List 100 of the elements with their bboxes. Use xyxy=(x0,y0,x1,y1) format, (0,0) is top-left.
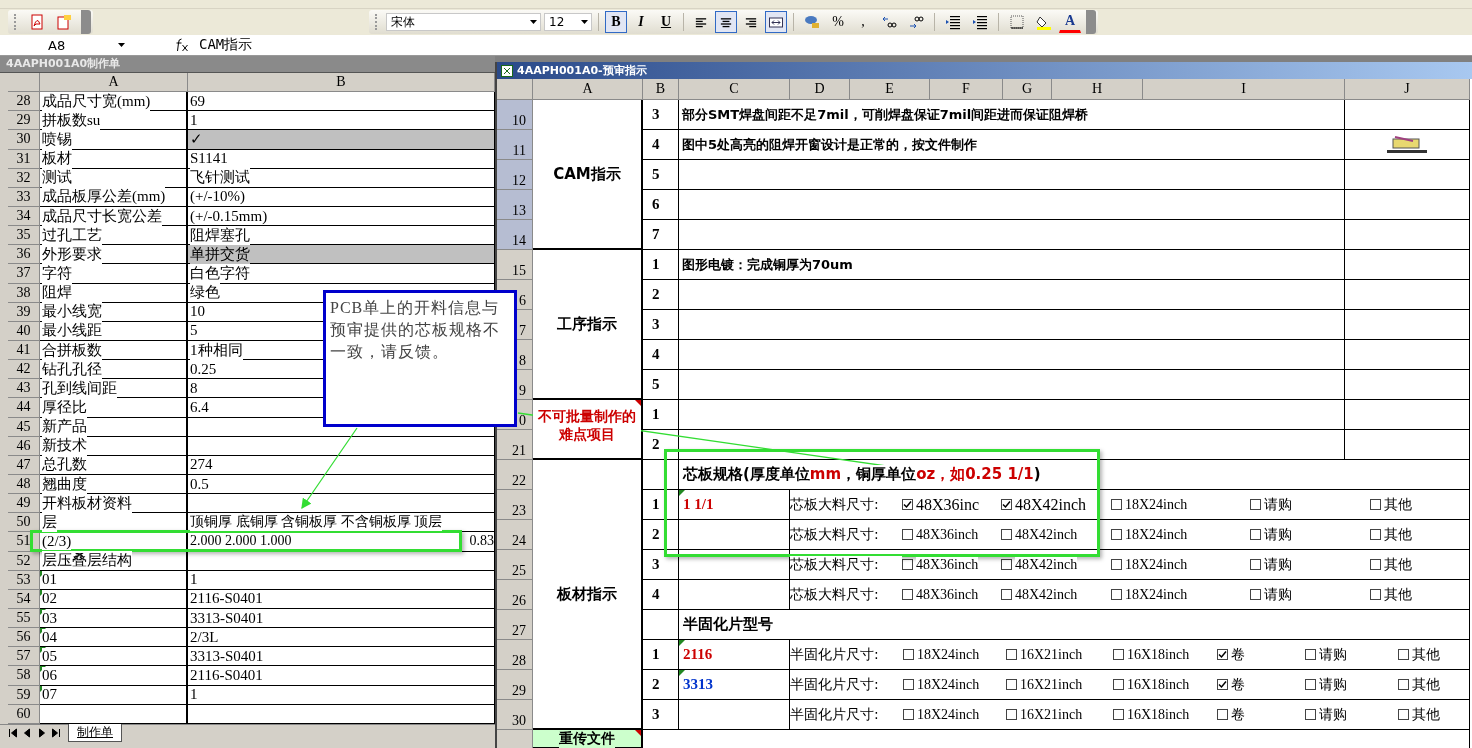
checkbox[interactable] xyxy=(1370,589,1381,600)
number-format-button[interactable]: , xyxy=(852,11,874,33)
column-header[interactable]: B xyxy=(643,79,679,100)
row-header[interactable]: 28 xyxy=(8,92,40,112)
row-header[interactable]: 29 xyxy=(8,111,40,131)
row-header[interactable]: 30 xyxy=(8,130,40,150)
caret-icon[interactable] xyxy=(581,20,588,24)
font-select[interactable]: 宋体 xyxy=(386,13,541,31)
align-center-icon[interactable] xyxy=(720,16,732,28)
row-header[interactable]: 38 xyxy=(8,283,40,303)
row-header[interactable]: 35 xyxy=(8,226,40,246)
row-header[interactable]: 40 xyxy=(8,321,40,341)
row-header[interactable]: 25 xyxy=(497,550,533,580)
column-header[interactable]: E xyxy=(850,79,930,100)
row-header[interactable]: 32 xyxy=(8,168,40,188)
checkbox[interactable] xyxy=(1006,709,1017,720)
name-box[interactable]: A8 xyxy=(0,35,135,55)
column-header[interactable]: C xyxy=(679,79,790,100)
row-header[interactable]: 12 xyxy=(497,160,533,190)
row-header[interactable]: 42 xyxy=(8,360,40,380)
row-header[interactable]: 10 xyxy=(497,100,533,130)
row-header[interactable]: 22 xyxy=(497,460,533,490)
format-button[interactable]: U xyxy=(655,11,677,33)
row-header[interactable]: 24 xyxy=(497,520,533,550)
format-button[interactable]: B xyxy=(605,11,627,33)
row-header[interactable]: 56 xyxy=(8,628,40,648)
checkbox[interactable] xyxy=(1111,589,1122,600)
checkbox[interactable] xyxy=(1250,499,1261,510)
checkbox[interactable] xyxy=(902,529,913,540)
merge-cells-button[interactable] xyxy=(765,11,787,33)
align-left-icon[interactable] xyxy=(695,16,707,28)
checkbox[interactable] xyxy=(1398,709,1409,720)
row-header[interactable]: 21 xyxy=(497,430,533,460)
checkbox[interactable] xyxy=(1250,529,1261,540)
row-header[interactable]: 50 xyxy=(8,513,40,533)
row-header[interactable]: 55 xyxy=(8,608,40,629)
checkbox[interactable] xyxy=(902,589,913,600)
row-header[interactable]: 57 xyxy=(8,647,40,667)
checkbox[interactable] xyxy=(902,559,913,570)
function-icon[interactable] xyxy=(175,38,189,52)
column-header[interactable]: D xyxy=(790,79,850,100)
checkbox[interactable] xyxy=(1111,529,1122,540)
merge-icon[interactable] xyxy=(769,16,783,28)
row-header[interactable]: 15 xyxy=(497,250,533,280)
row-header[interactable]: 59 xyxy=(8,685,40,705)
column-header[interactable]: H xyxy=(1052,79,1143,100)
checkbox[interactable] xyxy=(1113,709,1124,720)
row-header[interactable]: 46 xyxy=(8,436,40,456)
row-header[interactable]: 52 xyxy=(8,551,40,571)
font-size-select[interactable]: 12 xyxy=(544,13,592,31)
format-button[interactable]: I xyxy=(630,11,652,33)
row-header[interactable]: 28 xyxy=(497,640,533,670)
row-header[interactable]: 29 xyxy=(497,670,533,700)
checkbox[interactable] xyxy=(1305,709,1316,720)
checkbox[interactable] xyxy=(902,499,913,510)
checkbox[interactable] xyxy=(1370,499,1381,510)
checkbox[interactable] xyxy=(1370,529,1381,540)
row-header[interactable]: 49 xyxy=(8,494,40,514)
row-header[interactable]: 13 xyxy=(497,190,533,220)
sheet-navigation-icon[interactable] xyxy=(8,727,62,738)
checkbox[interactable] xyxy=(1113,679,1124,690)
row-header[interactable]: 34 xyxy=(8,207,40,227)
column-header[interactable]: A xyxy=(40,73,188,93)
checkbox[interactable] xyxy=(1111,499,1122,510)
row-header[interactable]: 43 xyxy=(8,379,40,399)
row-header[interactable]: 23 xyxy=(497,490,533,520)
row-header[interactable]: 14 xyxy=(497,220,533,250)
row-header[interactable]: 30 xyxy=(497,700,533,730)
align-right-icon[interactable] xyxy=(745,16,757,28)
row-header[interactable]: 11 xyxy=(497,130,533,160)
checkbox[interactable] xyxy=(1217,709,1228,720)
column-header[interactable]: A xyxy=(533,79,643,100)
row-header[interactable]: 48 xyxy=(8,474,40,495)
checkbox[interactable] xyxy=(1001,589,1012,600)
checkbox[interactable] xyxy=(1001,499,1012,510)
row-header[interactable]: 39 xyxy=(8,302,40,322)
checkbox[interactable] xyxy=(1305,649,1316,660)
caret-icon[interactable] xyxy=(118,43,125,47)
row-header[interactable]: 37 xyxy=(8,264,40,284)
caret-icon[interactable] xyxy=(530,20,537,24)
column-header[interactable]: J xyxy=(1345,79,1470,100)
row-header[interactable]: 36 xyxy=(8,245,40,265)
checkbox[interactable] xyxy=(1113,649,1124,660)
column-header[interactable]: B xyxy=(188,73,495,93)
checkbox[interactable] xyxy=(903,679,914,690)
row-header[interactable]: 45 xyxy=(8,417,40,437)
row-header[interactable]: 60 xyxy=(8,704,40,724)
column-header[interactable]: G xyxy=(1003,79,1052,100)
checkbox[interactable] xyxy=(1305,679,1316,690)
row-header[interactable]: 54 xyxy=(8,589,40,609)
formula-content[interactable]: CAM指示 xyxy=(199,36,253,54)
checkbox[interactable] xyxy=(1001,559,1012,570)
checkbox[interactable] xyxy=(1006,679,1017,690)
column-header[interactable]: I xyxy=(1143,79,1345,100)
row-header[interactable]: 47 xyxy=(8,455,40,475)
checkbox[interactable] xyxy=(1250,589,1261,600)
row-header[interactable]: 58 xyxy=(8,666,40,686)
checkbox[interactable] xyxy=(1398,679,1409,690)
checkbox[interactable] xyxy=(1370,559,1381,570)
row-header[interactable]: 27 xyxy=(497,610,533,640)
